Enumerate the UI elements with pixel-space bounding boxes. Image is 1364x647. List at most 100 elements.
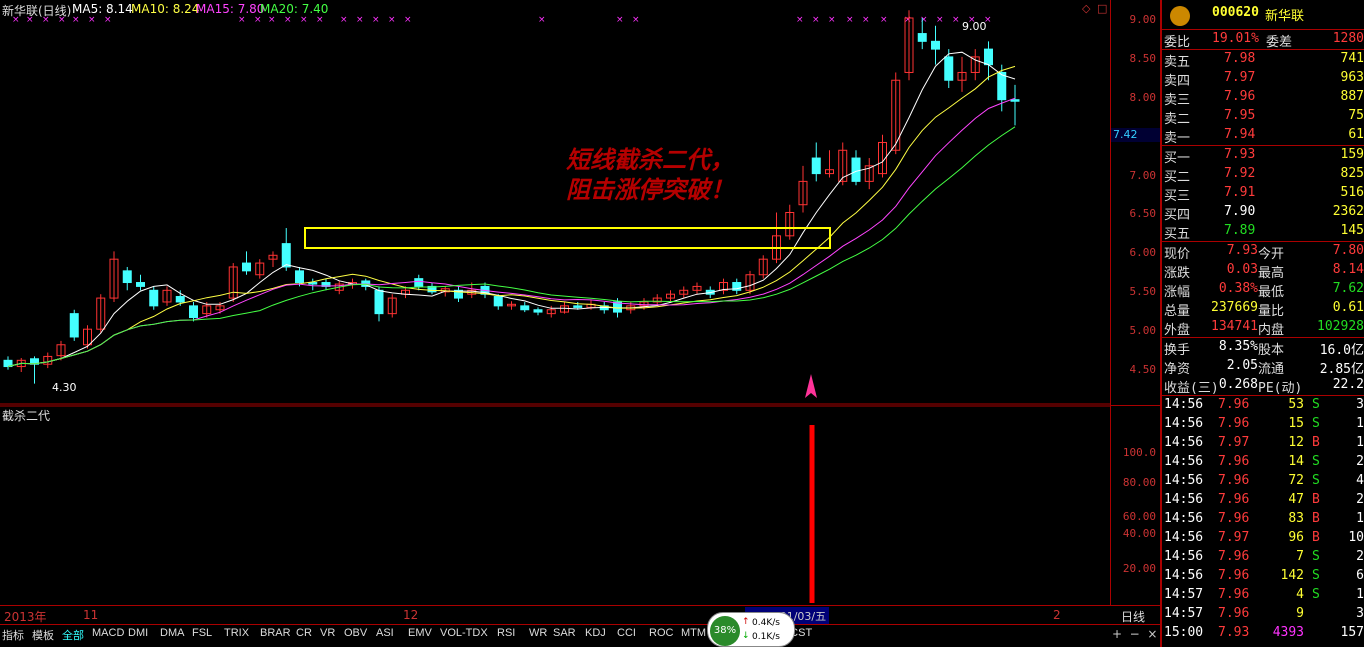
signal-marker: × [538,15,546,25]
tab-fsl[interactable]: FSL [192,627,212,639]
tick-count: 1 [1356,511,1364,526]
fund-value: 0.268 [1218,377,1258,392]
tab-asi[interactable]: ASI [376,627,394,639]
order-volume: 61 [1348,127,1364,142]
signal-marker: × [952,15,960,25]
tab-vr[interactable]: VR [320,627,335,639]
upload-speed: 0.4K/s [752,618,780,628]
tab-dmi[interactable]: DMI [128,627,148,639]
stat-value: 8.14 [1332,262,1364,277]
tick-price: 7.96 [1218,454,1250,469]
ma10-label: MA10: 8.24 [131,2,200,16]
fund-row: 换手 8.35% 股本 16.0亿 [1162,338,1364,358]
tick-time: 14:57 [1164,587,1204,602]
sell-row: 卖一 7.94 61 [1162,126,1364,146]
tick-volume: 7 [1296,549,1304,564]
price-tick: 6.00 [1129,246,1157,259]
tab-sar[interactable]: SAR [553,627,576,639]
stat-value: 7.80 [1332,243,1364,258]
tick-count: 6 [1356,568,1364,583]
order-level: 卖二 [1164,112,1191,127]
tick-count: 1 [1356,435,1364,450]
tab-dma[interactable]: DMA [160,627,184,639]
signal-marker: × [88,15,96,25]
order-volume: 75 [1348,108,1364,123]
price-tick: 8.50 [1129,52,1157,65]
tick-price: 7.96 [1218,473,1250,488]
tick-price: 7.96 [1218,568,1250,583]
download-speed: 0.1K/s [752,632,780,642]
candle-body [997,71,1007,101]
tick-volume: 53 [1288,397,1304,412]
signal-marker: × [880,15,888,25]
network-pct: 38% [710,616,740,646]
tick-time: 14:57 [1164,606,1204,621]
candle-body [533,309,543,313]
tick-count: 2 [1356,549,1364,564]
indicator-panel[interactable]: 截杀二代 [0,405,1110,605]
stock-name: 新华联 [1265,9,1305,24]
signal-marker: × [846,15,854,25]
network-widget[interactable]: 38% ↑ 0.4K/s ↓ 0.1K/s [707,612,795,647]
diamond-icon[interactable]: ◇ [1082,2,1090,15]
signal-marker: × [340,15,348,25]
order-level: 卖一 [1164,131,1191,146]
tick-price: 7.96 [1218,511,1250,526]
weicha-label: 委差 [1266,35,1293,50]
order-price: 7.96 [1224,89,1256,104]
chart-annotation: 短线截杀二代， 阻击涨停突破！ [566,145,734,205]
stock-title: 新华联(日线) [2,4,72,18]
tick-time: 14:56 [1164,435,1204,450]
tab-brar[interactable]: BRAR [260,627,291,639]
order-volume: 887 [1340,89,1364,104]
period-label[interactable]: 日线 [1121,608,1145,625]
candlestick-chart[interactable]: × × × × × × × × × × × × × × × × × × × × × × × × × × × × × × × × × 新华联(日线… [0,0,1110,405]
tick-side: B [1312,530,1320,545]
candle-body [851,157,861,182]
tab-trix[interactable]: TRIX [224,627,249,639]
buy-row: 买四 7.90 2362 [1162,203,1364,223]
tab-macd[interactable]: MACD [92,627,124,639]
tab-kdj[interactable]: KDJ [585,627,606,639]
tab-wr[interactable]: WR [529,627,547,639]
stat-label: 现价 [1164,247,1191,262]
sell-row: 卖四 7.97 963 [1162,69,1364,89]
tab-指标[interactable]: 指标 [2,627,24,643]
tick-count: 4 [1356,473,1364,488]
stat-row: 涨跌 0.03 最高 8.14 [1162,261,1364,281]
month-label: 2 [1053,608,1061,622]
sell-row: 卖三 7.96 887 [1162,88,1364,108]
order-price: 7.98 [1224,51,1256,66]
signal-marker: × [616,15,624,25]
stat-value: 0.03 [1226,262,1258,277]
candle-body [242,262,251,272]
weibi-label: 委比 [1164,35,1191,50]
tab-rsi[interactable]: RSI [497,627,515,639]
tab-模板[interactable]: 模板 [32,627,54,643]
signal-marker: × [254,15,262,25]
high-label: 9.00 [962,20,987,33]
indicator-axis: 100.0 80.00 60.00 40.00 20.00 [1110,405,1160,605]
tab-vol-tdx[interactable]: VOL-TDX [440,627,488,639]
indicator-tick: 80.00 [1122,476,1156,489]
tab-obv[interactable]: OBV [344,627,367,639]
stat-value: 237669 [1211,300,1258,315]
tick-count: 3 [1356,606,1364,621]
ma5-label: MA5: 8.14 [72,2,133,16]
tab-mtm[interactable]: MTM [681,627,706,639]
tab-全部[interactable]: 全部 [62,627,84,643]
price-tick: 9.00 [1129,13,1157,26]
zoom-controls[interactable]: + − × [1112,627,1157,641]
minimize-icon[interactable]: □ [1097,2,1107,15]
ma-line-5 [7,51,1016,367]
tick-time: 14:56 [1164,568,1204,583]
fund-label: 流通 [1258,362,1285,377]
fund-label: PE(动) [1258,381,1303,396]
logo-icon [1170,6,1190,26]
tab-roc[interactable]: ROC [649,627,673,639]
year-label: 2013年 [4,610,47,624]
tab-emv[interactable]: EMV [408,627,432,639]
candle-body [414,278,424,287]
tab-cci[interactable]: CCI [617,627,636,639]
tab-cr[interactable]: CR [296,627,312,639]
